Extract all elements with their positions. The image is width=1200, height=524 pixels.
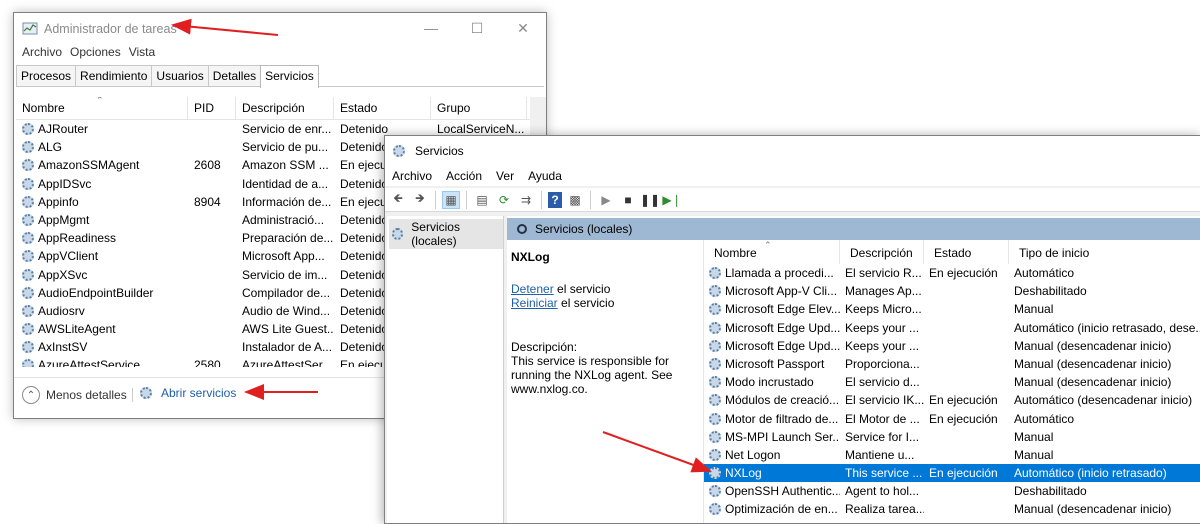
arrow-to-title bbox=[171, 18, 279, 36]
annotation-arrows bbox=[171, 18, 712, 473]
arrow-to-nxlog bbox=[602, 431, 712, 473]
